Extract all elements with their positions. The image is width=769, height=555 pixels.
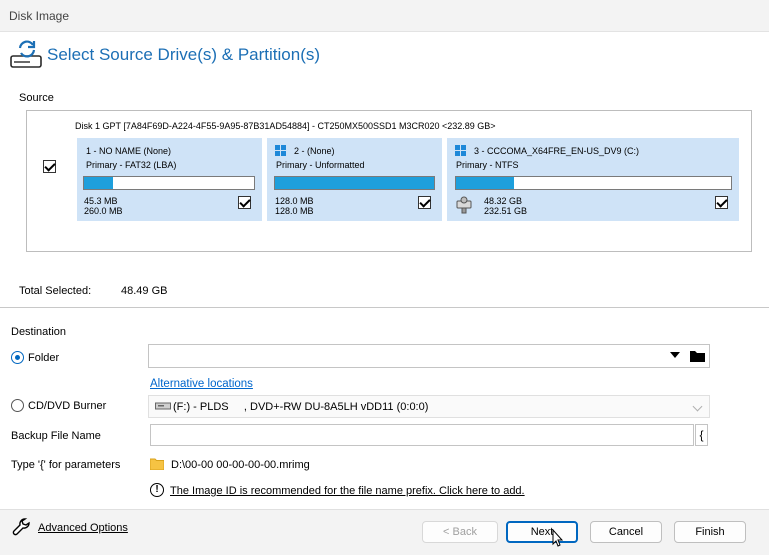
cd-dvd-value: (F:) - PLDS , DVD+-RW DU-8A5LH vDD11 (0:… xyxy=(173,401,429,413)
partition-used: 48.32 GB xyxy=(484,196,523,206)
partition-checkbox[interactable] xyxy=(418,196,431,209)
folder-label: Folder xyxy=(28,352,60,364)
partition-1[interactable]: 1 - NO NAME (None) Primary - FAT32 (LBA)… xyxy=(77,138,262,221)
finish-button[interactable]: Finish xyxy=(674,521,746,543)
chevron-down-icon xyxy=(692,401,703,412)
partition-total: 232.51 GB xyxy=(484,206,528,216)
disk-info: Disk 1 GPT [7A84F69D-A224-4F55-9A95-87B3… xyxy=(75,121,496,131)
partition-usage-bar xyxy=(83,176,255,190)
folder-browse-icon[interactable] xyxy=(690,349,705,362)
partition-checkbox[interactable] xyxy=(715,196,728,209)
backup-file-name-label: Backup File Name xyxy=(11,430,101,442)
partition-usage-fill xyxy=(275,177,434,189)
cancel-button[interactable]: Cancel xyxy=(590,521,662,543)
image-id-notice-link[interactable]: The Image ID is recommended for the file… xyxy=(170,485,525,497)
partition-title: 3 - CCCOMA_X64FRE_EN-US_DV9 (C:) xyxy=(474,146,640,156)
type-hint: Type '{' for parameters xyxy=(11,459,121,471)
partition-usage-fill xyxy=(456,177,514,189)
chevron-down-icon[interactable] xyxy=(670,352,680,358)
system-drive-icon xyxy=(455,194,475,214)
divider xyxy=(0,307,769,308)
optical-drive-icon xyxy=(155,401,171,411)
parameter-button[interactable]: { xyxy=(695,424,708,446)
cd-dvd-label: CD/DVD Burner xyxy=(28,400,107,412)
window-title: Disk Image xyxy=(9,9,70,23)
windows-icon xyxy=(275,145,287,157)
total-selected-label: Total Selected: xyxy=(19,285,92,297)
cursor-icon xyxy=(552,528,564,547)
wrench-icon[interactable] xyxy=(11,516,33,538)
page-title: Select Source Drive(s) & Partition(s) xyxy=(47,45,321,64)
file-path: D:\00-00 00-00-00-00.mrimg xyxy=(171,459,310,471)
cd-dvd-select[interactable]: (F:) - PLDS , DVD+-RW DU-8A5LH vDD11 (0:… xyxy=(148,395,710,418)
advanced-options-link[interactable]: Advanced Options xyxy=(38,522,128,534)
partition-usage-bar xyxy=(455,176,732,190)
folder-input[interactable] xyxy=(148,344,710,368)
partition-2[interactable]: 2 - (None) Primary - Unformatted 128.0 M… xyxy=(267,138,442,221)
folder-icon xyxy=(149,458,165,471)
back-button[interactable]: < Back xyxy=(422,521,498,543)
partition-total: 260.0 MB xyxy=(84,206,123,216)
partition-type: Primary - Unformatted xyxy=(276,160,365,170)
disk-checkbox[interactable] xyxy=(43,160,56,173)
cd-dvd-radio[interactable] xyxy=(11,399,24,412)
title-bar: Disk Image xyxy=(0,0,769,32)
partition-total: 128.0 MB xyxy=(275,206,314,216)
partition-used: 128.0 MB xyxy=(275,196,314,206)
partition-checkbox[interactable] xyxy=(238,196,251,209)
partition-3[interactable]: 3 - CCCOMA_X64FRE_EN-US_DV9 (C:) Primary… xyxy=(447,138,739,221)
partition-title: 1 - NO NAME (None) xyxy=(86,146,172,156)
partition-type: Primary - FAT32 (LBA) xyxy=(86,160,177,170)
alternative-locations-link[interactable]: Alternative locations xyxy=(150,378,253,390)
backup-file-name-input[interactable] xyxy=(150,424,694,446)
destination-label: Destination xyxy=(11,326,67,338)
partition-title: 2 - (None) xyxy=(294,146,335,156)
folder-radio[interactable] xyxy=(11,351,24,364)
partition-type: Primary - NTFS xyxy=(456,160,519,170)
total-selected-value: 48.49 GB xyxy=(121,285,168,297)
partition-usage-fill xyxy=(84,177,113,189)
info-icon: ! xyxy=(150,483,164,497)
source-label: Source xyxy=(19,92,54,104)
next-button[interactable]: Next xyxy=(506,521,578,543)
windows-icon xyxy=(455,145,467,157)
disk-image-icon xyxy=(8,38,44,70)
partition-usage-bar xyxy=(274,176,435,190)
partition-used: 45.3 MB xyxy=(84,196,118,206)
